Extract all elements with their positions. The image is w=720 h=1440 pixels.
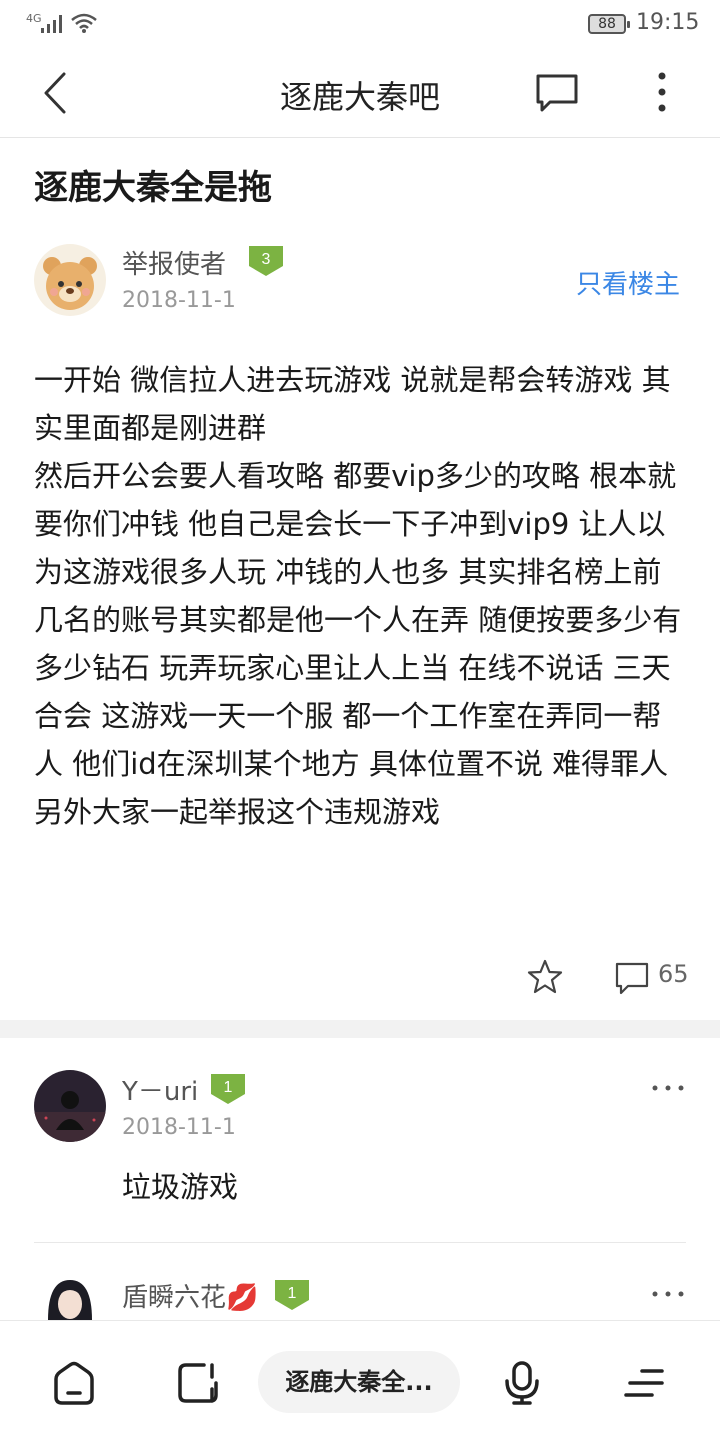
level-badge-icon: 1 [211, 1074, 245, 1104]
home-icon[interactable] [50, 1359, 98, 1407]
bottom-bar: 逐鹿大秦全... [0, 1320, 720, 1440]
avatar[interactable] [34, 1276, 106, 1320]
clock: 19:15 [636, 10, 700, 35]
reply-author-name[interactable]: Y－uri [122, 1071, 198, 1108]
star-icon[interactable] [526, 958, 564, 996]
avatar[interactable] [34, 1070, 106, 1142]
more-horizontal-icon[interactable] [650, 1078, 686, 1098]
reply-date: 2018-11-1 [122, 1115, 236, 1140]
post-paragraph: 另外大家一起举报这个违规游戏 [34, 795, 441, 829]
level-number: 1 [288, 1285, 297, 1302]
post-title: 逐鹿大秦全是拖 [34, 168, 272, 208]
microphone-icon[interactable] [498, 1359, 546, 1407]
wifi-icon [71, 13, 97, 33]
signal-icon [41, 15, 62, 33]
menu-icon[interactable] [622, 1359, 670, 1407]
more-horizontal-icon[interactable] [650, 1284, 686, 1304]
battery-icon: 88 [588, 14, 630, 34]
post-date: 2018-11-1 [122, 288, 236, 313]
level-badge-icon: 1 [275, 1280, 309, 1310]
post-paragraph: 然后开公会要人看攻略 都要vip多少的攻略 根本就要你们冲钱 他自己是会长一下子… [34, 459, 682, 781]
post-paragraph: 一开始 微信拉人进去玩游戏 说就是帮会转游戏 其实里面都是刚进群 [34, 363, 671, 445]
level-badge-icon: 3 [249, 246, 283, 276]
dark-avatar-image [34, 1070, 106, 1142]
more-vertical-icon[interactable] [648, 70, 676, 114]
author-name[interactable]: 举报使者 [122, 244, 226, 281]
forum-title[interactable]: 逐鹿大秦吧 [0, 72, 720, 118]
current-thread-pill[interactable]: 逐鹿大秦全... [258, 1351, 460, 1413]
level-number: 3 [262, 251, 271, 268]
reply-author-name[interactable]: 盾瞬六花💋 [122, 1277, 258, 1314]
section-divider [0, 1020, 720, 1038]
only-op-button[interactable]: 只看楼主 [576, 264, 680, 301]
edit-icon[interactable] [174, 1359, 222, 1407]
post-body: 一开始 微信拉人进去玩游戏 说就是帮会转游戏 其实里面都是刚进群 然后开公会要人… [34, 356, 690, 836]
status-bar: 4G 88 19:15 [0, 0, 720, 48]
reply-content: 垃圾游戏 [122, 1170, 239, 1204]
comment-icon[interactable] [534, 72, 580, 114]
nav-bar: 逐鹿大秦吧 [0, 48, 720, 138]
avatar[interactable] [34, 244, 106, 316]
reply-count: 65 [658, 960, 689, 988]
reply-divider [34, 1242, 686, 1243]
level-number: 1 [224, 1079, 233, 1096]
girl-avatar-image [34, 1276, 106, 1320]
bear-avatar-image [34, 244, 106, 316]
reply-icon[interactable] [614, 960, 650, 996]
battery-level: 88 [598, 16, 616, 32]
